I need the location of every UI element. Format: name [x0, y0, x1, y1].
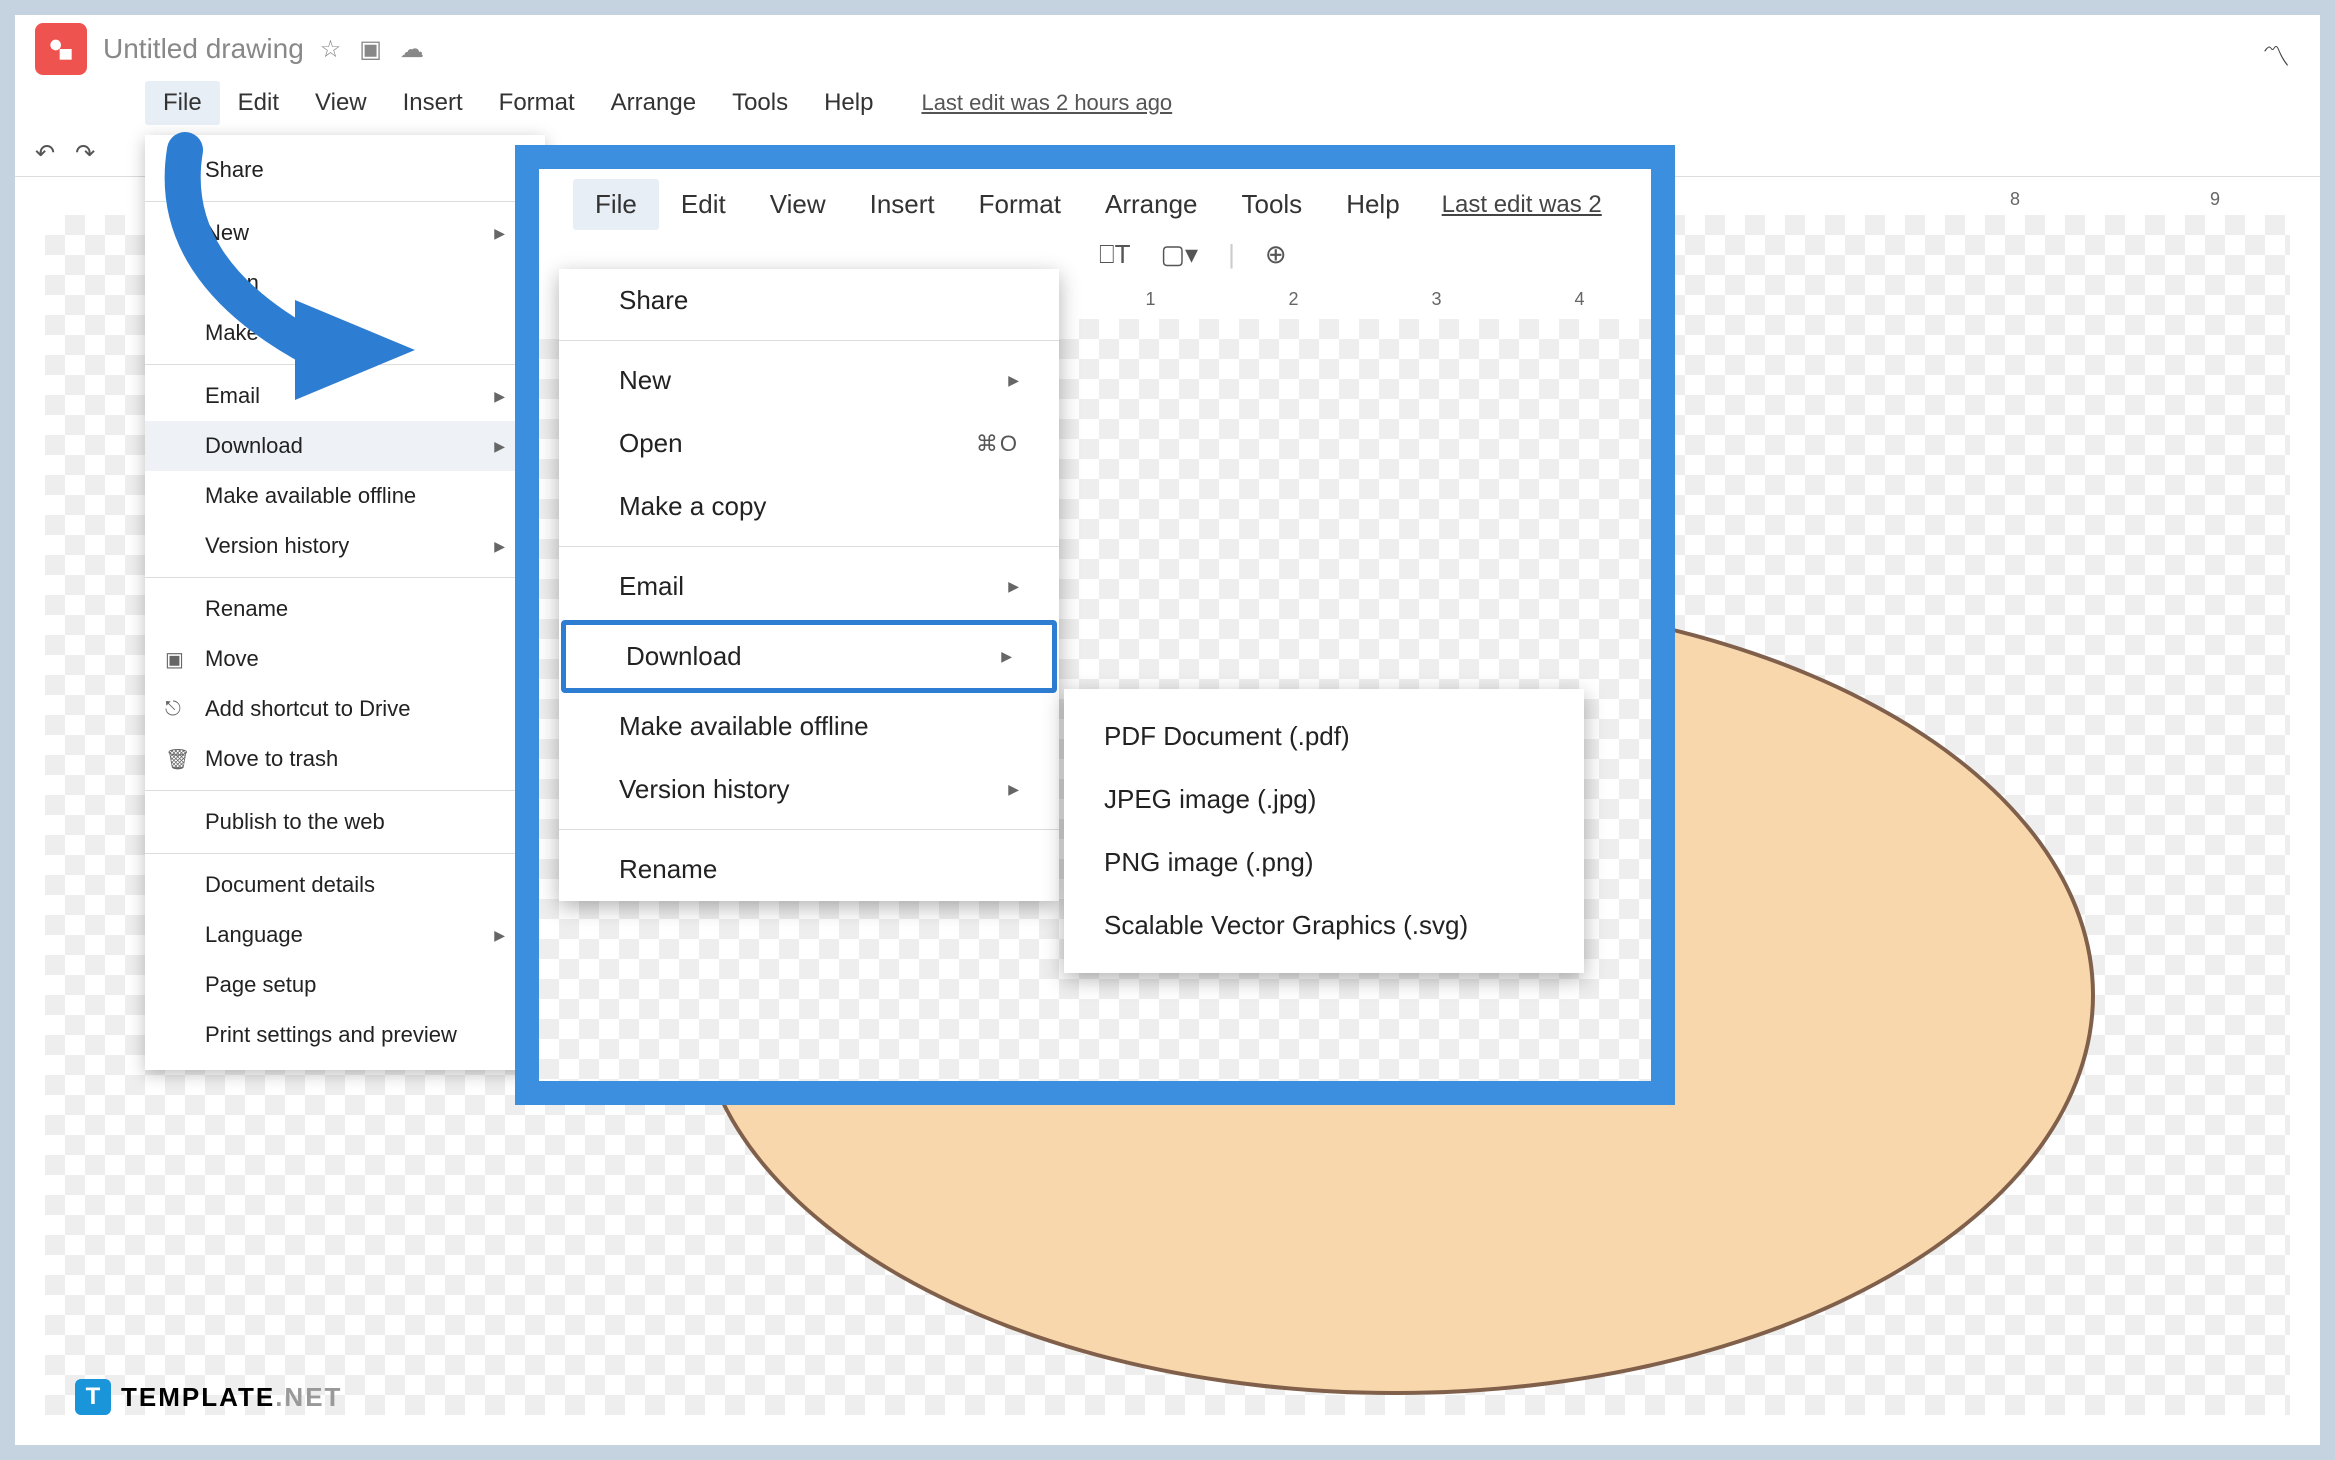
export-pdf[interactable]: PDF Document (.pdf)	[1064, 705, 1584, 768]
image-icon[interactable]: ▢▾	[1160, 239, 1198, 271]
export-png[interactable]: PNG image (.png)	[1064, 831, 1584, 894]
chevron-right-icon: ▶	[494, 225, 505, 242]
menu-details[interactable]: Document details	[145, 860, 545, 910]
ov-menu-share[interactable]: Share	[559, 269, 1059, 332]
ruler-mark: 9	[2210, 189, 2220, 210]
drawings-icon	[45, 33, 77, 65]
cloud-icon[interactable]: ☁	[400, 35, 424, 64]
overlay-file-dropdown: Share New▶ Open⌘O Make a copy Email▶ Dow…	[559, 269, 1059, 901]
ov-menu-new[interactable]: New▶	[559, 349, 1059, 412]
download-submenu: PDF Document (.pdf) JPEG image (.jpg) PN…	[1064, 689, 1584, 973]
export-jpg[interactable]: JPEG image (.jpg)	[1064, 768, 1584, 831]
menu-language[interactable]: Language▶	[145, 910, 545, 960]
chevron-right-icon: ▶	[1008, 372, 1019, 389]
undo-icon[interactable]: ↶	[35, 139, 55, 168]
chevron-right-icon: ▶	[1008, 578, 1019, 595]
overlay-last-edit[interactable]: Last edit was 2	[1442, 191, 1602, 219]
drive-shortcut-icon: ⎋	[165, 698, 181, 721]
menu-offline[interactable]: Make available offline	[145, 471, 545, 521]
annotation-arrow-icon	[135, 130, 455, 410]
ov-menu-open[interactable]: Open⌘O	[559, 412, 1059, 475]
redo-icon[interactable]: ↷	[75, 139, 95, 168]
menu-bar: File Edit View Insert Format Arrange Too…	[15, 75, 2320, 131]
watermark: T TEMPLATE.NET	[75, 1379, 342, 1415]
export-svg[interactable]: Scalable Vector Graphics (.svg)	[1064, 894, 1584, 957]
trash-icon: 🗑	[165, 747, 190, 772]
ov-menu-rename[interactable]: Rename	[559, 838, 1059, 901]
menu-file[interactable]: File	[145, 81, 220, 125]
ov-menu-email[interactable]: Email▶	[559, 555, 1059, 618]
overlay-menu-format[interactable]: Format	[957, 179, 1083, 230]
overlay-ruler: 1 2 3 4	[1079, 289, 1651, 319]
title-bar: Untitled drawing ☆ ▣ ☁ 〽	[15, 15, 2320, 75]
document-title[interactable]: Untitled drawing	[103, 33, 304, 65]
menu-rename[interactable]: Rename	[145, 584, 545, 634]
menu-tools[interactable]: Tools	[714, 81, 806, 125]
ov-menu-offline[interactable]: Make available offline	[559, 695, 1059, 758]
star-icon[interactable]: ☆	[320, 35, 342, 64]
chevron-right-icon: ▶	[494, 388, 505, 405]
chevron-right-icon: ▶	[494, 927, 505, 944]
watermark-logo-icon: T	[75, 1379, 111, 1415]
overlay-menu-bar: File Edit View Insert Format Arrange Too…	[539, 169, 1651, 240]
menu-edit[interactable]: Edit	[220, 81, 297, 125]
tutorial-overlay: File Edit View Insert Format Arrange Too…	[515, 145, 1675, 1105]
menu-insert[interactable]: Insert	[385, 81, 481, 125]
overlay-menu-arrange[interactable]: Arrange	[1083, 179, 1220, 230]
chevron-right-icon: ▶	[494, 438, 505, 455]
ov-menu-make-copy[interactable]: Make a copy	[559, 475, 1059, 538]
menu-help[interactable]: Help	[806, 81, 891, 125]
menu-move[interactable]: ▣Move	[145, 634, 545, 684]
overlay-toolbar-icons: ⎕T ▢▾ | ⊕	[1099, 239, 1287, 271]
menu-add-shortcut[interactable]: ⎋Add shortcut to Drive	[145, 684, 545, 734]
overlay-menu-insert[interactable]: Insert	[848, 179, 957, 230]
menu-version-history[interactable]: Version history▶	[145, 521, 545, 571]
chevron-right-icon: ▶	[494, 538, 505, 555]
menu-page-setup[interactable]: Page setup	[145, 960, 545, 1010]
menu-view[interactable]: View	[297, 81, 385, 125]
app-logo[interactable]	[35, 23, 87, 75]
overlay-menu-file[interactable]: File	[573, 179, 659, 230]
menu-arrange[interactable]: Arrange	[593, 81, 714, 125]
textbox-icon[interactable]: ⎕T	[1099, 239, 1130, 271]
keyboard-shortcut: ⌘O	[976, 431, 1019, 457]
ov-menu-history[interactable]: Version history▶	[559, 758, 1059, 821]
menu-trash[interactable]: 🗑Move to trash	[145, 734, 545, 784]
ov-menu-download-highlighted[interactable]: Download▶	[561, 620, 1057, 693]
overlay-menu-edit[interactable]: Edit	[659, 179, 748, 230]
chevron-right-icon: ▶	[1008, 781, 1019, 798]
overlay-menu-view[interactable]: View	[748, 179, 848, 230]
chevron-right-icon: ▶	[1001, 648, 1012, 665]
menu-format[interactable]: Format	[481, 81, 593, 125]
title-actions: ☆ ▣ ☁	[320, 35, 424, 64]
watermark-text: TEMPLATE.NET	[121, 1382, 342, 1413]
menu-print[interactable]: Print settings and preview	[145, 1010, 545, 1060]
overlay-menu-tools[interactable]: Tools	[1219, 179, 1324, 230]
ruler-mark: 8	[2010, 189, 2020, 210]
trending-icon[interactable]: 〽	[2262, 35, 2290, 75]
last-edit-link[interactable]: Last edit was 2 hours ago	[921, 90, 1172, 116]
menu-publish[interactable]: Publish to the web	[145, 797, 545, 847]
overlay-menu-help[interactable]: Help	[1324, 179, 1421, 230]
app-window: Untitled drawing ☆ ▣ ☁ 〽 File Edit View …	[15, 15, 2320, 1445]
folder-move-icon: ▣	[165, 647, 184, 672]
menu-download[interactable]: Download▶	[145, 421, 545, 471]
comment-icon[interactable]: ⊕	[1265, 239, 1287, 271]
move-folder-icon[interactable]: ▣	[359, 35, 382, 64]
